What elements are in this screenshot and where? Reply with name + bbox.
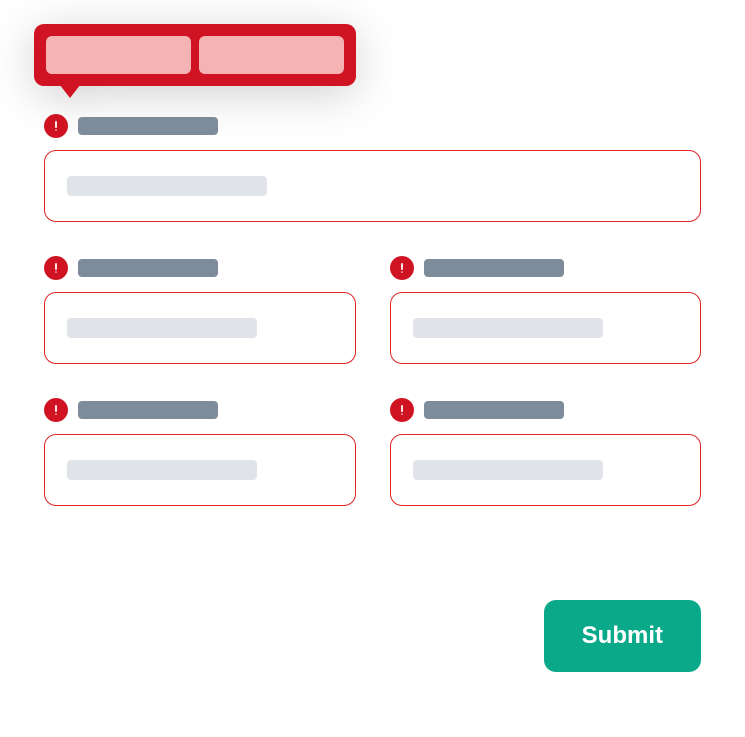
form-area (44, 114, 701, 506)
form-field-4 (44, 398, 356, 506)
field-label-row (390, 398, 702, 422)
error-icon (390, 398, 414, 422)
tooltip-item (199, 36, 344, 74)
input-placeholder (413, 460, 603, 480)
text-input[interactable] (390, 292, 702, 364)
text-input[interactable] (390, 434, 702, 506)
error-icon (44, 256, 68, 280)
error-icon (44, 114, 68, 138)
form-row (44, 398, 701, 506)
tooltip-item (46, 36, 191, 74)
text-input[interactable] (44, 292, 356, 364)
field-label (78, 259, 218, 277)
field-label (78, 117, 218, 135)
field-label-row (390, 256, 702, 280)
input-placeholder (67, 176, 267, 196)
error-tooltip (34, 24, 356, 86)
error-tooltip-body (34, 24, 356, 86)
field-label (78, 401, 218, 419)
submit-button[interactable]: Submit (544, 600, 701, 672)
field-label-row (44, 398, 356, 422)
field-label (424, 401, 564, 419)
input-placeholder (413, 318, 603, 338)
field-label-row (44, 114, 701, 138)
field-label (424, 259, 564, 277)
form-field-5 (390, 398, 702, 506)
input-placeholder (67, 460, 257, 480)
error-icon (390, 256, 414, 280)
error-icon (44, 398, 68, 422)
form-canvas: Submit (0, 0, 745, 737)
input-placeholder (67, 318, 257, 338)
form-field-2 (44, 256, 356, 364)
form-field-1 (44, 114, 701, 222)
text-input[interactable] (44, 150, 701, 222)
form-field-3 (390, 256, 702, 364)
text-input[interactable] (44, 434, 356, 506)
form-row (44, 256, 701, 364)
field-label-row (44, 256, 356, 280)
tooltip-arrow-icon (56, 80, 84, 98)
actions-row: Submit (544, 600, 701, 672)
